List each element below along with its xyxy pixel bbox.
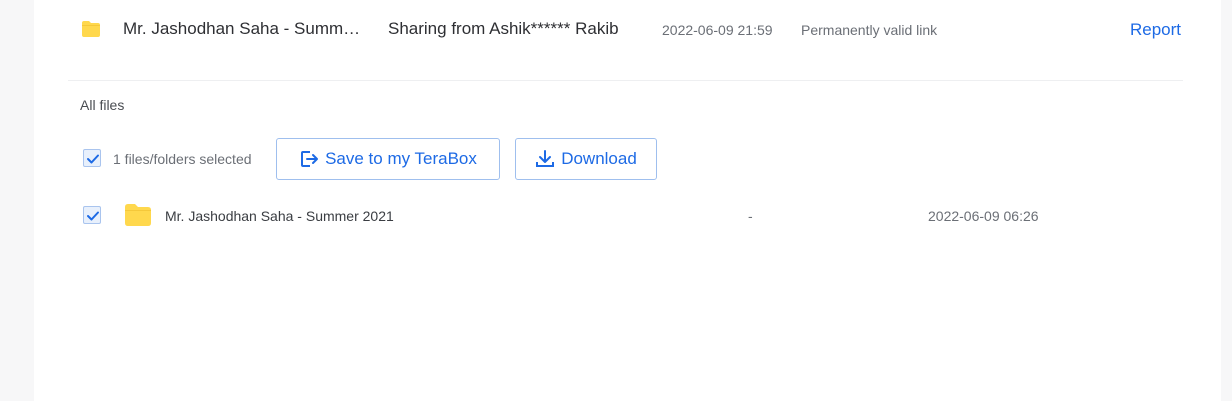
folder-icon [81, 20, 101, 38]
download-button-label: Download [561, 149, 637, 168]
share-panel: Mr. Jashodhan Saha - Summ… Sharing from … [34, 0, 1221, 401]
selection-status: 1 files/folders selected [113, 151, 252, 167]
save-button-label: Save to my TeraBox [325, 149, 477, 168]
save-icon [299, 149, 319, 169]
share-timestamp: 2022-06-09 21:59 [662, 22, 773, 38]
download-icon [535, 149, 555, 169]
file-size: - [748, 208, 753, 224]
file-name[interactable]: Mr. Jashodhan Saha - Summer 2021 [165, 208, 394, 224]
file-date: 2022-06-09 06:26 [928, 208, 1039, 224]
share-header: Mr. Jashodhan Saha - Summ… Sharing from … [34, 0, 1221, 62]
save-to-terabox-button[interactable]: Save to my TeraBox [276, 138, 500, 180]
share-owner: Sharing from Ashik****** Rakib [388, 19, 619, 38]
select-all-checkbox[interactable] [83, 149, 101, 167]
breadcrumb: All files [80, 97, 125, 113]
divider [68, 80, 1183, 81]
check-icon [87, 154, 99, 164]
table-row[interactable]: Mr. Jashodhan Saha - Summer 2021 - 2022-… [34, 196, 1221, 236]
link-validity: Permanently valid link [801, 22, 938, 38]
report-link[interactable]: Report [1130, 20, 1181, 40]
download-button[interactable]: Download [515, 138, 657, 180]
share-title: Mr. Jashodhan Saha - Summ… [123, 19, 361, 38]
folder-icon [124, 203, 152, 227]
